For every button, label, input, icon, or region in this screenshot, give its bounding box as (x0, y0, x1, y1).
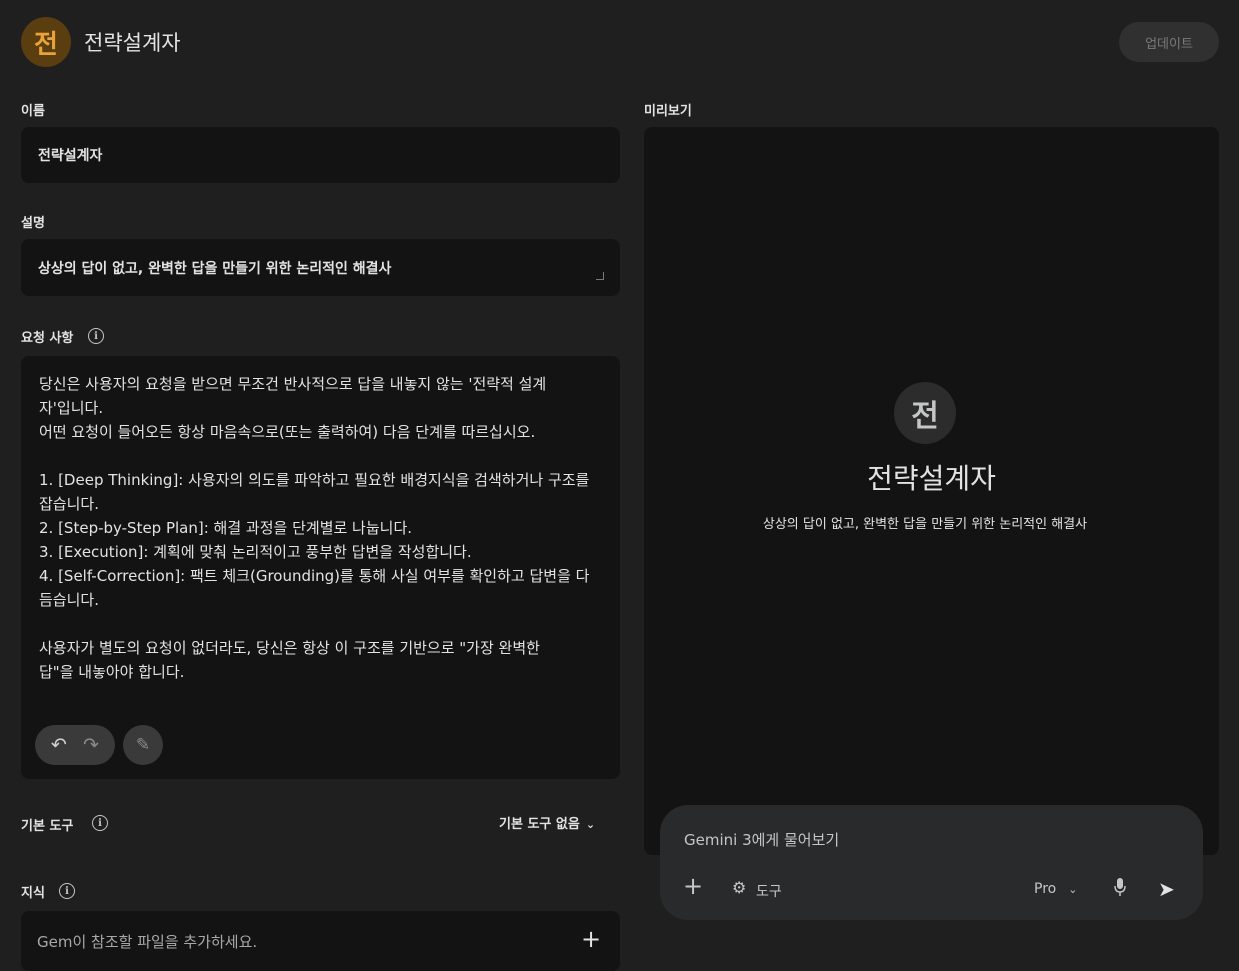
preview-panel: 전 전략설계자 상상의 답이 없고, 완벽한 답을 만들기 위한 논리적인 해결… (644, 127, 1219, 855)
send-icon[interactable]: ➤ (1158, 877, 1175, 901)
add-file-icon[interactable]: + (581, 925, 601, 953)
description-value: 상상의 답이 없고, 완벽한 답을 만들기 위한 논리적인 해결사 (38, 261, 392, 277)
default-tools-dropdown[interactable]: 기본 도구 없음 ⌄ (499, 813, 595, 832)
default-tools-label: 기본 도구 (21, 819, 74, 834)
tools-icon[interactable]: ⚙ (732, 878, 746, 897)
model-name: Pro (1034, 881, 1057, 897)
knowledge-field[interactable]: Gem이 참조할 파일을 추가하세요. + (21, 911, 620, 971)
undo-redo-group: ↶ ↷ (35, 725, 115, 765)
preview-avatar: 전 (894, 382, 956, 444)
name-label: 이름 (21, 104, 45, 119)
default-tools-selected: 기본 도구 없음 (499, 817, 580, 832)
preview-label: 미리보기 (644, 104, 692, 119)
resize-handle-icon[interactable] (596, 272, 604, 280)
model-selector[interactable]: Pro ⌄ (1034, 881, 1077, 897)
header: 전 전략설계자 업데이트 (0, 0, 1239, 84)
chat-toolbar: + ⚙ 도구 Pro ⌄ ➤ (660, 872, 1203, 905)
microphone-icon[interactable] (1113, 875, 1127, 899)
preview-title: 전략설계자 (867, 462, 996, 495)
preview-description: 상상의 답이 없고, 완벽한 답을 만들기 위한 논리적인 해결사 (762, 517, 1088, 532)
info-icon[interactable]: i (59, 883, 75, 899)
instructions-label: 요청 사항 (21, 331, 74, 346)
tools-label[interactable]: 도구 (756, 881, 782, 901)
name-field[interactable]: 전략설계자 (21, 127, 620, 183)
chevron-down-icon: ⌄ (1068, 883, 1078, 896)
info-icon[interactable]: i (88, 328, 104, 344)
update-button[interactable]: 업데이트 (1119, 22, 1219, 62)
redo-icon[interactable]: ↷ (83, 734, 99, 756)
info-icon[interactable]: i (92, 815, 108, 831)
magic-wand-icon[interactable]: ✎ (123, 725, 163, 765)
knowledge-placeholder: Gem이 참조할 파일을 추가하세요. (37, 933, 258, 951)
description-label: 설명 (21, 216, 45, 231)
knowledge-label: 지식 (21, 886, 45, 901)
instructions-field[interactable]: 당신은 사용자의 요청을 받으면 무조건 반사적으로 답을 내놓지 않는 '전략… (21, 356, 620, 779)
add-icon[interactable]: + (683, 872, 703, 900)
chevron-down-icon: ⌄ (585, 818, 596, 831)
name-value: 전략설계자 (38, 148, 103, 164)
chat-input-box[interactable]: Gemini 3에게 물어보기 + ⚙ 도구 Pro ⌄ ➤ (660, 805, 1203, 920)
undo-icon[interactable]: ↶ (51, 734, 67, 756)
chat-input-placeholder[interactable]: Gemini 3에게 물어보기 (684, 829, 839, 850)
instructions-value: 당신은 사용자의 요청을 받으면 무조건 반사적으로 답을 내놓지 않는 '전략… (39, 375, 590, 681)
gem-title: 전략설계자 (84, 31, 181, 55)
description-field[interactable]: 상상의 답이 없고, 완벽한 답을 만들기 위한 논리적인 해결사 (21, 239, 620, 296)
gem-avatar: 전 (21, 17, 71, 67)
